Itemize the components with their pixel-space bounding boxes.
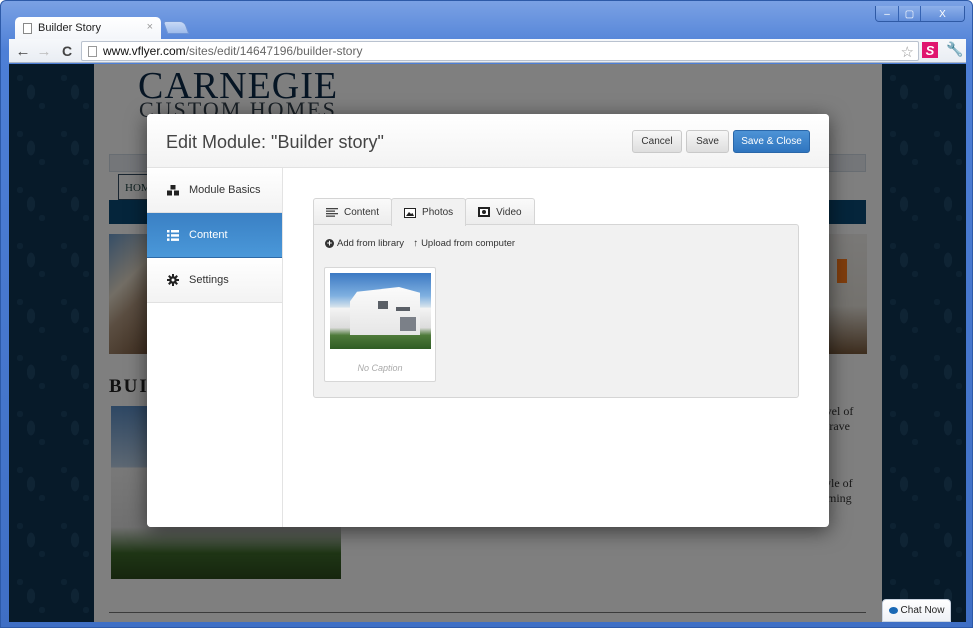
content-tabs: Content Photos Video — [313, 198, 535, 226]
save-button[interactable]: Save — [686, 130, 729, 153]
photo-actions: + Add from library ↑ Upload from compute… — [325, 238, 515, 249]
window-shape — [396, 307, 410, 311]
dialog-header: Edit Module: "Builder story" Cancel Save… — [147, 114, 829, 168]
browser-tab[interactable]: Builder Story × — [15, 17, 161, 39]
sidebar-item-content[interactable]: Content — [147, 213, 282, 258]
sidebar-label: Settings — [189, 274, 229, 286]
minimize-button[interactable]: – — [876, 6, 898, 21]
browser-window: – ▢ X Builder Story × ← → C www.vflyer.c… — [0, 0, 973, 628]
tab-video[interactable]: Video — [465, 198, 535, 225]
photo-thumbnail-card[interactable]: No Caption — [324, 267, 436, 382]
gear-icon — [167, 274, 179, 286]
window-shape — [400, 317, 416, 331]
chat-label: Chat Now — [900, 605, 945, 616]
photo-caption[interactable]: No Caption — [325, 363, 435, 373]
sidebar-item-module-basics[interactable]: Module Basics — [147, 168, 282, 213]
upload-from-computer-link[interactable]: ↑ Upload from computer — [413, 238, 515, 249]
page-icon — [88, 45, 97, 57]
browser-toolbar: ← → C www.vflyer.com/sites/edit/14647196… — [9, 39, 966, 63]
tab-content[interactable]: Content — [313, 198, 393, 225]
photos-panel: + Add from library ↑ Upload from compute… — [313, 224, 799, 398]
edit-module-dialog: Edit Module: "Builder story" Cancel Save… — [147, 114, 829, 527]
reload-button[interactable]: C — [58, 42, 76, 60]
tab-photos[interactable]: Photos — [391, 198, 467, 226]
page-icon — [23, 22, 32, 34]
back-button[interactable]: ← — [14, 42, 32, 60]
window-controls: – ▢ X — [875, 6, 965, 22]
list-icon — [167, 229, 179, 241]
picture-icon — [404, 207, 417, 219]
film-icon — [478, 206, 491, 218]
sidebar-item-settings[interactable]: Settings — [147, 258, 282, 303]
tab-title: Builder Story — [38, 22, 101, 34]
arrow-up-icon: ↑ — [413, 238, 419, 249]
text-lines-icon — [326, 206, 338, 218]
address-bar[interactable]: www.vflyer.com/sites/edit/14647196/build… — [81, 41, 919, 61]
dialog-title: Edit Module: "Builder story" — [166, 132, 384, 152]
new-tab-button[interactable] — [162, 21, 190, 34]
tab-label: Video — [496, 206, 522, 218]
bookmark-star-icon[interactable]: ☆ — [901, 43, 914, 61]
tab-label: Photos — [422, 207, 454, 218]
forward-button[interactable]: → — [35, 42, 53, 60]
action-label: Upload from computer — [421, 238, 516, 249]
plus-circle-icon: + — [325, 238, 334, 248]
chat-bubble-icon — [888, 607, 898, 614]
blocks-icon — [167, 184, 179, 196]
sidebar-label: Module Basics — [189, 184, 261, 196]
tab-label: Content — [344, 206, 380, 218]
photo-thumbnail[interactable] — [330, 273, 431, 349]
dialog-sidebar: Module Basics Content Settings — [147, 168, 283, 527]
window-shape — [378, 301, 388, 309]
tab-close-icon[interactable]: × — [147, 21, 153, 33]
cancel-button[interactable]: Cancel — [632, 130, 682, 153]
sidebar-label: Content — [189, 229, 228, 241]
maximize-button[interactable]: ▢ — [898, 6, 920, 21]
url-host: www.vflyer.com — [103, 44, 186, 58]
close-window-button[interactable]: X — [920, 6, 964, 21]
action-label: Add from library — [337, 238, 405, 249]
url-path: /sites/edit/14647196/builder-story — [185, 44, 363, 58]
save-and-close-button[interactable]: Save & Close — [733, 130, 810, 153]
chat-now-button[interactable]: Chat Now — [882, 599, 951, 622]
add-from-library-link[interactable]: + Add from library — [325, 238, 404, 249]
wrench-menu-icon[interactable]: 🔧 — [946, 41, 963, 58]
extension-icon[interactable]: S — [922, 42, 938, 58]
